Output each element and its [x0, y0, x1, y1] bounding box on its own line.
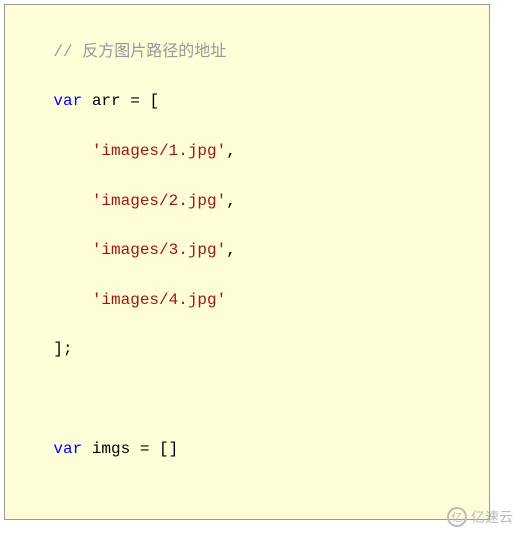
code-line-blank	[15, 387, 479, 412]
code-line-arr-item: 'images/2.jpg',	[15, 189, 479, 214]
code-line-blank	[15, 486, 479, 511]
equals-bracket: = [	[121, 92, 159, 110]
equals-bracket: = []	[130, 440, 178, 458]
var-name: imgs	[92, 440, 130, 458]
bracket-close: ];	[53, 340, 72, 358]
watermark-icon: 亿	[447, 507, 467, 527]
code-block: // 反方图片路径的地址 var arr = [ 'images/1.jpg',…	[4, 4, 490, 520]
comment-text: // 反方图片路径的地址	[53, 43, 226, 61]
string-literal: 'images/4.jpg'	[92, 291, 226, 309]
string-literal: 'images/2.jpg'	[92, 192, 226, 210]
code-line-comment: // 反方图片路径的地址	[15, 40, 479, 65]
code-line-arr-item: 'images/1.jpg',	[15, 139, 479, 164]
watermark-text: 亿速云	[471, 507, 513, 527]
var-keyword: var	[53, 92, 82, 110]
code-line-arr-item: 'images/3.jpg',	[15, 238, 479, 263]
code-line-var-imgs: var imgs = []	[15, 437, 479, 462]
code-line-var-arr: var arr = [	[15, 89, 479, 114]
var-name: arr	[92, 92, 121, 110]
code-line-arr-item: 'images/4.jpg'	[15, 288, 479, 313]
string-literal: 'images/1.jpg'	[92, 142, 226, 160]
code-line-arr-close: ];	[15, 337, 479, 362]
string-literal: 'images/3.jpg'	[92, 241, 226, 259]
watermark: 亿 亿速云	[447, 507, 513, 527]
var-keyword: var	[53, 440, 82, 458]
